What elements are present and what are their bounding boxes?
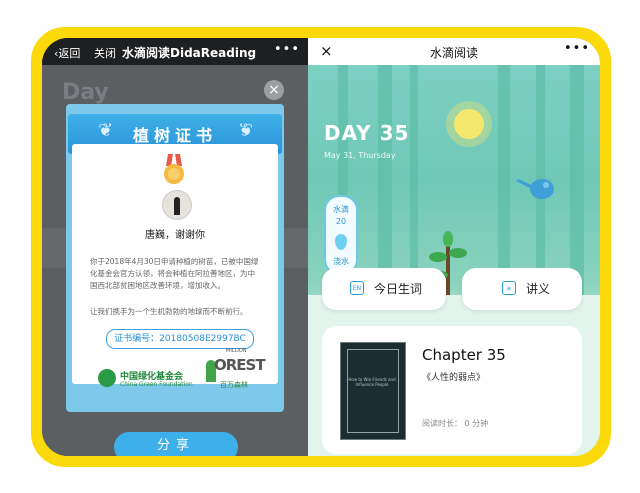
handout-label: 讲义 [526,282,551,296]
left-nav-bar: ‹返回 关闭 水滴阅读DidaReading ••• [42,38,308,65]
chapter-subtitle: 《人性的弱点》 [422,373,486,383]
book-cover: How to Win Friends and Influence People [340,342,406,440]
china-green-foundation-logo: 中国绿化基金会 China Green Foundation [98,368,193,392]
left-screen: ‹返回 关闭 水滴阅读DidaReading ••• Day ❦ ❦ 植树证书 … [42,38,308,456]
handout-button[interactable]: ≡ 讲义 [462,268,582,310]
document-icon: ≡ [502,281,516,295]
mf-main: OREST [214,356,266,374]
dialog-close-button[interactable]: × [264,80,284,100]
cgf-mark-icon [98,369,116,387]
watering-can-icon[interactable] [514,173,558,203]
certificate-title: 植树证书 [132,126,217,145]
nav-title-right: 水滴阅读 [429,46,478,60]
right-nav-bar: × 水滴阅读 ••• [308,38,600,65]
book-cover-title: How to Win Friends and Influence People [348,377,396,387]
background-day-text: Day [62,80,109,105]
reading-time: 阅读时长： 0 分钟 [422,419,489,428]
chapter-card[interactable]: How to Win Friends and Influence People … [322,326,582,454]
mf-cn: 百万森林 [220,381,248,389]
today-words-label: 今日生词 [374,282,423,296]
phone-frame: ‹返回 关闭 水滴阅读DidaReading ••• Day ❦ ❦ 植树证书 … [31,27,611,467]
mf-top: MILLION [226,348,247,354]
thanks-text: 唐巍，谢谢你 [145,230,205,241]
en-icon: EN [350,281,364,295]
chapter-title: Chapter 35 [422,346,506,364]
medal-icon [164,154,184,184]
certificate-number: 证书编号：20180508E2997BC [106,329,254,349]
book-cover-border [347,349,399,433]
more-icon[interactable]: ••• [274,42,300,57]
certificate-body: 你于2018年4月30日申请种植的树苗，已被中国绿化基金会官方认领，将会种植在阿… [90,257,259,290]
million-forest-logo: MILLION OREST 百万森林 [206,348,266,392]
cgf-name-en: China Green Foundation [120,381,193,388]
close-link[interactable]: 关闭 [94,45,116,61]
more-icon-right[interactable]: ••• [564,41,590,56]
water-drop-icon [335,234,347,250]
right-screen: DAY 35 May 31, Thursday 水滴 20 浇水 × 水滴阅读 … [308,38,600,456]
screens: ‹返回 关闭 水滴阅读DidaReading ••• Day ❦ ❦ 植树证书 … [42,38,600,456]
today-words-button[interactable]: EN 今日生词 [322,268,446,310]
sun-icon [454,109,484,139]
date-text: May 31, Thursday [324,151,396,160]
day-number: DAY 35 [324,121,410,145]
water-count: 20 [335,217,347,226]
water-drop-counter[interactable]: 水滴 20 浇水 [324,195,358,275]
avatar [162,190,192,220]
back-button[interactable]: ‹返回 [54,45,80,61]
water-label: 水滴 [333,205,349,214]
nav-title: 水滴阅读DidaReading [122,46,257,60]
certificate-body-2: 让我们携手为一个生机勃勃的地球而不断前行。 [90,307,248,316]
back-label: 返回 [58,47,81,60]
share-button[interactable]: 分享 [114,432,238,456]
